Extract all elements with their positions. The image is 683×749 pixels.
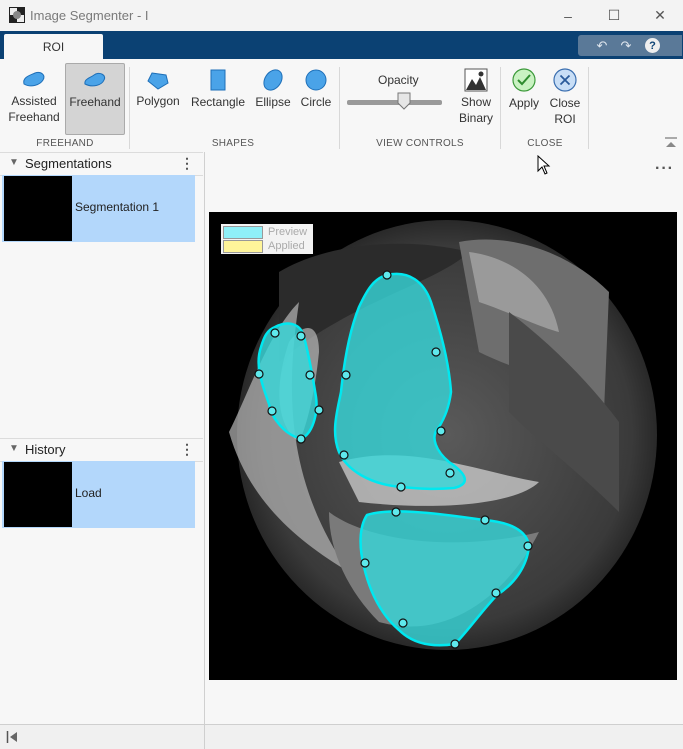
close-circle-icon	[553, 68, 577, 92]
tab-roi[interactable]: ROI	[4, 34, 103, 59]
close-window-button[interactable]: ✕	[637, 0, 683, 31]
ellipse-icon	[263, 69, 283, 91]
legend-preview: Preview	[223, 225, 308, 239]
freehand-label: Freehand	[69, 95, 121, 109]
rectangle-button[interactable]: Rectangle	[189, 63, 247, 123]
opacity-label: Opacity	[378, 73, 419, 87]
ribbon: Assisted Freehand Freehand FREEHAND Poly…	[0, 59, 683, 153]
left-pane: ▼ Segmentations ⋮ Segmentation 1 ▼ Histo…	[0, 152, 205, 724]
shapes-group-label: SHAPES	[211, 138, 255, 149]
app-icon	[9, 7, 25, 23]
segmentations-header: ▼ Segmentations ⋮	[0, 152, 203, 176]
redo-button[interactable]: ↷	[618, 38, 634, 53]
separator	[339, 67, 340, 149]
show-binary-icon	[464, 68, 488, 92]
status-bar	[0, 724, 683, 749]
circle-button[interactable]: Circle	[297, 63, 335, 123]
polygon-button[interactable]: Polygon	[135, 63, 181, 123]
collapse-left-pane-icon[interactable]	[6, 730, 18, 744]
show-binary-button[interactable]: Show Binary	[455, 63, 497, 133]
history-menu-icon[interactable]: ⋮	[180, 441, 194, 458]
collapse-segmentations-icon[interactable]: ▼	[9, 157, 19, 168]
legend-applied: Applied	[223, 239, 305, 253]
separator	[204, 725, 205, 749]
history-label: Load	[75, 486, 102, 500]
preview-label: Preview	[268, 226, 308, 238]
title-bar: Image Segmenter - I – ☐ ✕	[0, 0, 683, 31]
show-binary-label: Show Binary	[458, 95, 493, 125]
undo-button[interactable]: ↶	[594, 38, 610, 53]
checkmark-icon	[512, 68, 536, 92]
ellipse-button[interactable]: Ellipse	[252, 63, 294, 123]
segmentation-item[interactable]: Segmentation 1	[2, 175, 195, 242]
apply-button[interactable]: Apply	[506, 63, 542, 123]
circle-icon	[305, 69, 327, 91]
knee-mri-image[interactable]	[209, 212, 677, 680]
ellipse-label: Ellipse	[255, 95, 291, 109]
close-roi-label: Close ROI	[549, 96, 581, 126]
window-title: Image Segmenter - I	[30, 8, 149, 23]
legend: Preview Applied	[221, 224, 313, 254]
preview-swatch	[223, 225, 263, 239]
help-button[interactable]: ?	[645, 38, 660, 53]
opacity-slider[interactable]	[347, 100, 442, 105]
assisted-freehand-label: Assisted Freehand	[8, 94, 60, 124]
segmentation-thumbnail	[4, 176, 72, 241]
history-thumbnail	[4, 462, 72, 527]
apply-label: Apply	[508, 96, 540, 110]
opacity-slider-thumb[interactable]	[397, 92, 411, 110]
applied-label: Applied	[268, 240, 305, 252]
circle-label: Circle	[300, 95, 332, 109]
freehand-group-label: FREEHAND	[36, 138, 94, 149]
segmentation-label: Segmentation 1	[75, 200, 160, 214]
close-group-label: CLOSE	[527, 138, 563, 149]
polygon-label: Polygon	[136, 94, 180, 108]
applied-swatch	[223, 239, 263, 253]
canvas-menu-icon[interactable]: ···	[655, 160, 674, 178]
rectangle-label: Rectangle	[190, 95, 246, 109]
rectangle-icon	[210, 69, 226, 91]
quick-access-toolbar: ↶ ↷ ?	[578, 35, 682, 56]
tab-bar: ROI ↶ ↷ ?	[0, 31, 683, 59]
assisted-freehand-button[interactable]: Assisted Freehand	[6, 63, 62, 135]
minimize-button[interactable]: –	[545, 0, 591, 31]
freehand-icon	[84, 72, 106, 87]
polygon-icon	[147, 72, 169, 90]
mouse-cursor-icon	[537, 155, 551, 175]
history-title: History	[25, 442, 66, 457]
close-roi-button[interactable]: Close ROI	[548, 63, 582, 133]
assisted-freehand-icon	[23, 72, 45, 87]
separator	[500, 67, 501, 149]
segmentations-title: Segmentations	[25, 156, 112, 171]
collapse-ribbon-icon[interactable]	[664, 137, 678, 149]
maximize-button[interactable]: ☐	[591, 0, 637, 31]
history-item[interactable]: Load	[2, 461, 195, 528]
view-controls-group-label: VIEW CONTROLS	[376, 138, 464, 149]
separator	[129, 67, 130, 149]
history-header: ▼ History ⋮	[0, 438, 203, 462]
segmentations-menu-icon[interactable]: ⋮	[180, 155, 194, 172]
collapse-history-icon[interactable]: ▼	[9, 443, 19, 454]
freehand-button[interactable]: Freehand	[65, 63, 125, 135]
separator	[588, 67, 589, 149]
